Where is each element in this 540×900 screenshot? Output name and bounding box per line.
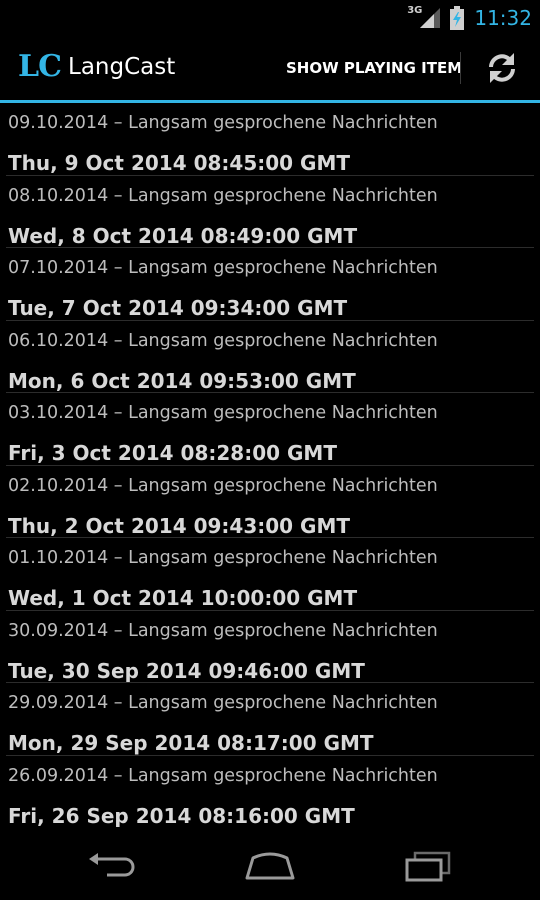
episode-title: 26.09.2014 – Langsam gesprochene Nachric… — [8, 765, 438, 786]
episode-title: 03.10.2014 – Langsam gesprochene Nachric… — [8, 403, 438, 423]
battery-charging-icon — [450, 6, 465, 30]
back-arrow-icon — [89, 853, 135, 877]
episode-list-item[interactable]: 26.09.2014 – Langsam gesprochene Nachric… — [0, 756, 540, 828]
action-bar: LC LangCast SHOW PLAYING ITEM — [0, 36, 540, 103]
episode-date: Mon, 29 Sep 2014 08:17:00 GMT — [8, 731, 374, 755]
episode-title: 08.10.2014 – Langsam gesprochene Nachric… — [8, 185, 438, 206]
episode-date: Fri, 3 Oct 2014 08:28:00 GMT — [8, 441, 337, 465]
episode-title: 29.09.2014 – Langsam gesprochene Nachric… — [8, 693, 438, 713]
episode-date: Tue, 30 Sep 2014 09:46:00 GMT — [8, 658, 365, 683]
episode-title: 01.10.2014 – Langsam gesprochene Nachric… — [8, 548, 438, 568]
refresh-icon — [489, 53, 515, 83]
episode-list-item[interactable]: 02.10.2014 – Langsam gesprochene Nachric… — [0, 466, 540, 538]
episode-list-item[interactable]: 29.09.2014 – Langsam gesprochene Nachric… — [0, 683, 540, 756]
episode-list-item[interactable]: 06.10.2014 – Langsam gesprochene Nachric… — [0, 321, 540, 393]
episode-list-item[interactable]: 03.10.2014 – Langsam gesprochene Nachric… — [0, 393, 540, 466]
episode-list-item[interactable]: 30.09.2014 – Langsam gesprochene Nachric… — [0, 611, 540, 683]
recent-apps-button[interactable] — [373, 832, 483, 900]
episode-date: Fri, 26 Sep 2014 08:16:00 GMT — [8, 803, 355, 828]
network-type-label: 3G — [407, 4, 423, 16]
episode-date: Mon, 6 Oct 2014 09:53:00 GMT — [8, 368, 356, 393]
episode-date: Wed, 1 Oct 2014 10:00:00 GMT — [8, 586, 358, 610]
episode-list-item[interactable]: 08.10.2014 – Langsam gesprochene Nachric… — [0, 176, 540, 248]
back-button[interactable] — [57, 832, 167, 900]
home-icon — [245, 852, 295, 880]
episode-list-item[interactable]: 07.10.2014 – Langsam gesprochene Nachric… — [0, 248, 540, 321]
episode-date: Thu, 2 Oct 2014 09:43:00 GMT — [8, 513, 350, 538]
episode-date: Thu, 9 Oct 2014 08:45:00 GMT — [8, 151, 350, 175]
episode-date: Wed, 8 Oct 2014 08:49:00 GMT — [8, 223, 358, 248]
episode-title: 09.10.2014 – Langsam gesprochene Nachric… — [8, 113, 438, 133]
status-bar: 3G 11:32 — [0, 0, 540, 36]
app-logo[interactable]: LC — [18, 52, 62, 82]
recent-apps-icon — [405, 851, 451, 882]
status-icons: 3G 11:32 — [407, 0, 532, 36]
episode-title: 06.10.2014 – Langsam gesprochene Nachric… — [8, 330, 438, 351]
episode-title: 07.10.2014 – Langsam gesprochene Nachric… — [8, 258, 438, 278]
episode-date: Tue, 7 Oct 2014 09:34:00 GMT — [8, 296, 348, 320]
show-playing-item-button[interactable]: SHOW PLAYING ITEM — [276, 36, 472, 100]
episode-list[interactable]: 09.10.2014 – Langsam gesprochene Nachric… — [0, 103, 540, 827]
episode-list-item[interactable]: 01.10.2014 – Langsam gesprochene Nachric… — [0, 538, 540, 611]
episode-list-item[interactable]: 09.10.2014 – Langsam gesprochene Nachric… — [0, 103, 540, 176]
home-button[interactable] — [215, 832, 325, 900]
navigation-bar — [0, 832, 540, 900]
status-clock: 11:32 — [474, 6, 532, 30]
app-title: LangCast — [68, 54, 176, 80]
episode-title: 30.09.2014 – Langsam gesprochene Nachric… — [8, 620, 438, 641]
episode-title: 02.10.2014 – Langsam gesprochene Nachric… — [8, 475, 438, 496]
refresh-button[interactable] — [470, 36, 534, 100]
action-bar-divider — [460, 52, 461, 84]
